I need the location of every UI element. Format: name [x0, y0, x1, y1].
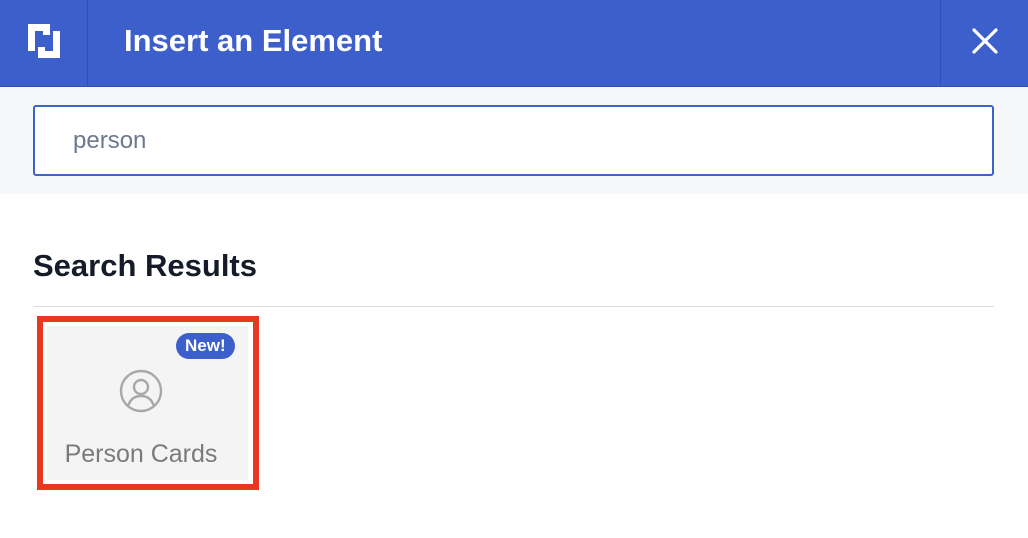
search-results-heading: Search Results	[33, 248, 257, 283]
builder-logo-icon	[26, 22, 62, 65]
close-icon	[971, 27, 999, 60]
person-circle-icon	[119, 369, 163, 413]
search-input[interactable]	[33, 105, 994, 176]
close-button[interactable]	[940, 0, 1028, 86]
modal-title: Insert an Element	[124, 23, 383, 58]
search-area	[0, 87, 1028, 194]
modal-header: Insert an Element	[0, 0, 1028, 87]
element-card-label: Person Cards	[64, 440, 218, 468]
logo	[0, 0, 88, 86]
divider	[33, 306, 994, 307]
new-badge: New!	[176, 333, 235, 359]
